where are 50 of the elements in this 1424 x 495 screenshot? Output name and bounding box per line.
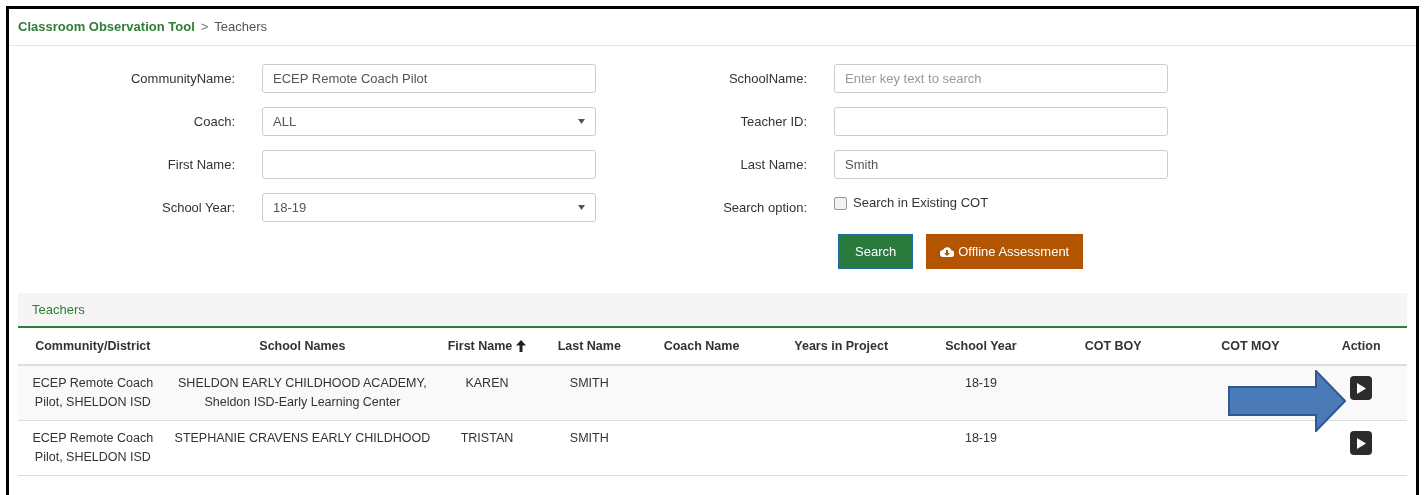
field-label: SchoolName: [727,69,808,88]
table-cell: ECEP Remote Coach Pilot, SHELDON ISD [32,431,154,464]
search-button[interactable]: Search [838,234,914,269]
table-cell: 18-19 [964,376,997,390]
field-label: Coach: [192,112,236,131]
input-field[interactable] [262,150,596,179]
dropdown-field[interactable]: ALL [262,107,596,136]
caret-icon [578,205,585,210]
column-header[interactable]: First Name [437,336,537,356]
panel-title: Teachers [32,300,85,319]
play-button[interactable] [1350,376,1373,400]
cloud-download-icon [940,246,955,257]
column-header[interactable]: Coach Name [641,336,762,356]
field-label: Teacher ID: [739,112,808,131]
column-header[interactable]: Action [1315,336,1407,356]
table-cell: SMITH [569,431,609,445]
field-label: Last Name: [739,155,808,174]
table-cell: ECEP Remote Coach Pilot, SHELDON ISD [32,376,154,409]
column-header[interactable]: Last Name [536,336,642,356]
input-field[interactable] [834,107,1168,136]
input-field[interactable]: ECEP Remote Coach Pilot [262,64,596,93]
column-header[interactable]: COT BOY [1040,336,1186,356]
offline-assessment-button[interactable]: Offline Assessment [926,234,1084,269]
field-label: Search option: [722,198,808,217]
input-field[interactable]: Smith [834,150,1168,179]
column-header[interactable]: Years in Project [761,336,922,356]
breadcrumb-separator: > [200,18,209,37]
dropdown-field[interactable]: 18-19 [262,193,596,222]
play-button[interactable] [1350,431,1373,455]
table-cell: TRISTAN [460,431,514,445]
table-cell: 18-19 [964,431,997,445]
caret-icon [578,119,585,124]
table-cell: KAREN [465,376,509,390]
checkbox-label: Search in Existing COT [853,194,989,213]
play-icon [1356,437,1366,449]
column-header[interactable]: Community/District [18,336,168,356]
column-header[interactable]: COT MOY [1185,336,1316,356]
input-field[interactable]: Enter key text to search [834,64,1168,93]
breadcrumb-link[interactable]: Classroom Observation Tool [18,17,195,37]
breadcrumb-current: Teachers [214,18,268,37]
column-header[interactable]: School Year [921,336,1041,356]
field-label: CommunityName: [129,69,236,88]
table-cell: SHELDON EARLY CHILDHOOD ACADEMY, Sheldon ISD-Early Learning Center [178,376,427,409]
field-label: First Name: [166,155,236,174]
column-header[interactable]: School Names [167,336,438,356]
play-icon [1356,382,1366,394]
table-cell: SMITH [569,376,609,390]
field-label: School Year: [161,198,236,217]
checkbox[interactable] [834,196,847,210]
table-cell: STEPHANIE CRAVENS EARLY CHILDHOOD [174,431,431,445]
